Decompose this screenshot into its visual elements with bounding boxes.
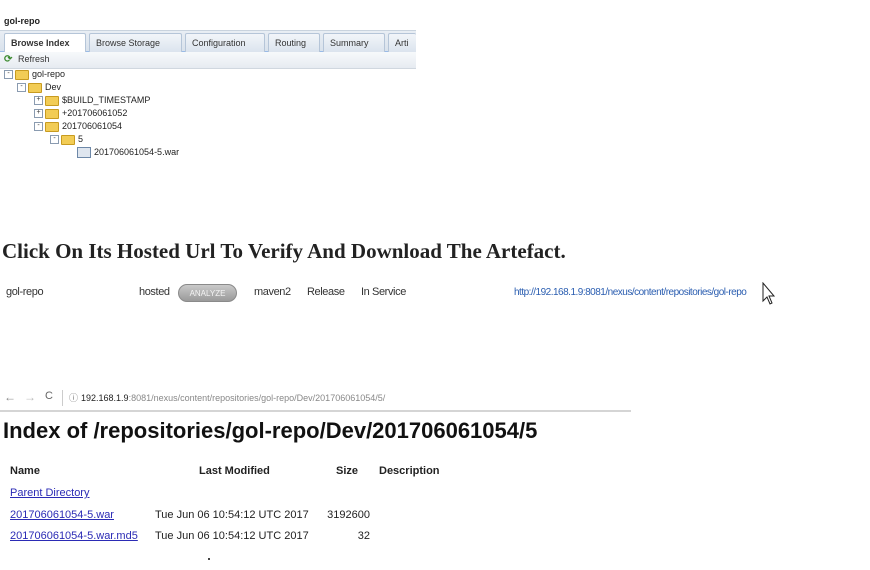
file-modified: Tue Jun 06 10:54:12 UTC 2017	[155, 509, 309, 521]
tab-summary[interactable]: Summary	[323, 33, 385, 52]
tree-node-label: 201706061054	[62, 121, 123, 131]
panel-title: gol-repo	[4, 16, 40, 26]
file-modified: Tue Jun 06 10:54:12 UTC 2017	[155, 530, 309, 542]
reload-icon[interactable]: C	[45, 390, 53, 402]
repository-row[interactable]: gol-repo hosted ANALYZE maven2 Release I…	[0, 282, 870, 306]
folder-icon	[45, 95, 59, 106]
folder-icon	[61, 134, 75, 145]
tree-node-war-file[interactable]: 201706061054-5.war	[77, 146, 180, 159]
expand-icon[interactable]: +	[34, 96, 43, 106]
stray-dot	[208, 558, 210, 560]
file-size: 32	[357, 530, 370, 542]
analyze-button[interactable]: ANALYZE	[178, 284, 237, 302]
tree-node-dev[interactable]: - Dev	[17, 81, 61, 93]
refresh-label: Refresh	[18, 54, 50, 64]
repo-type: hosted	[139, 286, 170, 298]
collapse-icon[interactable]: -	[4, 70, 13, 80]
page-title: Index of /repositories/gol-repo/Dev/2017…	[3, 418, 538, 443]
panel-toolbar: ⟳ Refresh	[0, 52, 416, 69]
instruction-heading: Click On Its Hosted Url To Verify And Do…	[2, 239, 566, 263]
tree-node-label: 5	[78, 134, 84, 144]
column-header-last-modified: Last Modified	[199, 465, 270, 477]
address-host: 192.168.1.9	[81, 393, 129, 403]
tree-node-label: $BUILD_TIMESTAMP	[62, 95, 151, 105]
tree-node-label: 201706061054-5.war	[94, 147, 180, 157]
file-icon	[77, 147, 91, 159]
tab-browse-index[interactable]: Browse Index	[4, 33, 86, 53]
repo-status: In Service	[361, 286, 406, 298]
tree-node-5[interactable]: -5	[50, 133, 83, 145]
column-header-name: Name	[10, 465, 40, 477]
folder-icon	[45, 121, 59, 132]
browser-toolbar: ← → C ⓘ 192.168.1.9:8081/nexus/content/re…	[0, 388, 631, 412]
tree-node-201706061054[interactable]: - 201706061054	[34, 120, 122, 132]
refresh-button[interactable]: ⟳ Refresh	[4, 54, 50, 65]
collapse-icon[interactable]: -	[50, 135, 59, 145]
tab-configuration[interactable]: Configuration	[185, 33, 265, 52]
expand-icon[interactable]: +	[34, 109, 43, 119]
tab-routing[interactable]: Routing	[268, 33, 320, 52]
tab-bar: Browse Index Browse Storage Configuratio…	[0, 30, 416, 53]
file-link[interactable]: 201706061054-5.war.md5	[10, 530, 138, 542]
repo-policy: Release	[307, 286, 345, 298]
tree-node-label: +201706061052	[62, 108, 128, 118]
tab-artifact-truncated[interactable]: Arti	[388, 33, 416, 52]
tree-node-label: gol-repo	[32, 69, 66, 79]
repo-name: gol-repo	[6, 286, 44, 298]
file-link[interactable]: 201706061054-5.war	[10, 509, 114, 521]
tree-node-label: Dev	[45, 82, 62, 92]
forward-icon[interactable]: →	[24, 390, 36, 404]
tree-node-gol-repo[interactable]: - gol-repo	[4, 68, 65, 80]
refresh-icon: ⟳	[4, 54, 13, 65]
file-size: 3192600	[327, 509, 370, 521]
tree-node-build-timestamp[interactable]: + $BUILD_TIMESTAMP	[34, 94, 150, 106]
nexus-repo-panel: gol-repo Browse Index Browse Storage Con…	[0, 8, 416, 168]
folder-icon	[28, 82, 42, 93]
address-bar[interactable]: ⓘ 192.168.1.9:8081/nexus/content/reposito…	[62, 390, 629, 406]
collapse-icon[interactable]: -	[34, 122, 43, 132]
back-icon[interactable]: ←	[4, 390, 16, 404]
column-header-description: Description	[379, 465, 440, 477]
tree-node-201706061052[interactable]: + +201706061052	[34, 107, 127, 119]
repo-url-link[interactable]: http://192.168.1.9:8081/nexus/content/re…	[514, 287, 747, 298]
parent-directory-link[interactable]: Parent Directory	[10, 487, 89, 499]
address-path: :8081/nexus/content/repositories/gol-rep…	[128, 393, 386, 403]
folder-icon	[45, 108, 59, 119]
folder-icon	[15, 69, 29, 80]
tab-browse-storage[interactable]: Browse Storage	[89, 33, 182, 52]
collapse-icon[interactable]: -	[17, 83, 26, 93]
info-icon[interactable]: ⓘ	[69, 393, 78, 403]
mouse-cursor-icon	[762, 282, 776, 305]
column-header-size: Size	[336, 465, 359, 477]
repo-format: maven2	[254, 286, 291, 298]
